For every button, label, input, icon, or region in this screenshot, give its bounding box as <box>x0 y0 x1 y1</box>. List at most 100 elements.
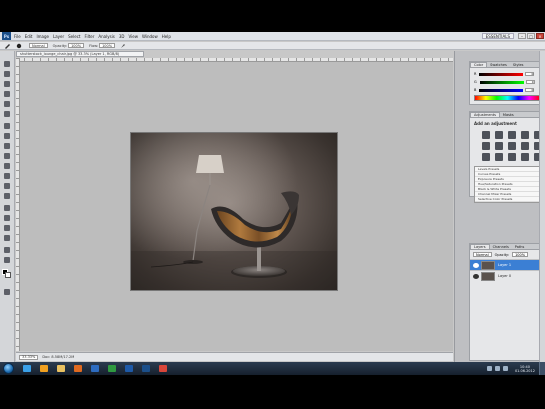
taskbar-app-button[interactable] <box>20 363 34 374</box>
menu-analysis[interactable]: Analysis <box>98 34 114 39</box>
marquee-tool-icon[interactable] <box>4 71 10 77</box>
clone-stamp-tool-icon[interactable] <box>4 143 10 149</box>
collapsed-panel-strip[interactable] <box>539 51 545 362</box>
color-balance-icon[interactable] <box>495 142 503 150</box>
red-slider[interactable] <box>479 72 524 76</box>
zoom-level[interactable]: 33.33% <box>19 354 39 360</box>
brush-tool-icon[interactable] <box>4 43 11 49</box>
taskbar-app-button[interactable] <box>71 363 85 374</box>
menu-layer[interactable]: Layer <box>53 34 64 39</box>
flow-input[interactable]: 100% <box>99 43 116 48</box>
taskbar-app-button[interactable] <box>105 363 119 374</box>
menu-help[interactable]: Help <box>162 34 171 39</box>
type-tool-icon[interactable] <box>4 215 10 221</box>
eraser-tool-icon[interactable] <box>4 163 10 169</box>
flag-icon[interactable] <box>502 366 508 371</box>
volume-icon[interactable] <box>494 366 500 371</box>
airbrush-icon[interactable] <box>120 43 126 49</box>
opacity-input[interactable]: 100% <box>68 43 85 48</box>
layer-row[interactable]: Layer 0 <box>470 270 544 281</box>
curves-icon[interactable] <box>508 131 516 139</box>
taskbar-app-button[interactable] <box>139 363 153 374</box>
tab-swatches[interactable]: Swatches <box>487 62 510 67</box>
invert-icon[interactable] <box>482 153 490 161</box>
path-selection-tool-icon[interactable] <box>4 225 10 231</box>
menu-edit[interactable]: Edit <box>25 34 33 39</box>
network-icon[interactable] <box>486 366 492 371</box>
clock[interactable]: 10:40 01.06.2012 <box>515 365 535 373</box>
tab-color[interactable]: Color <box>470 62 488 67</box>
tab-channels[interactable]: Channels <box>490 244 512 249</box>
brightness-contrast-icon[interactable] <box>482 131 490 139</box>
red-value[interactable]: 0 <box>525 72 535 76</box>
black-white-icon[interactable] <box>508 142 516 150</box>
gradient-tool-icon[interactable] <box>4 173 10 179</box>
pen-tool-icon[interactable] <box>4 205 10 211</box>
brush-preset-picker[interactable] <box>16 43 23 49</box>
green-slider[interactable] <box>479 80 524 84</box>
blur-tool-icon[interactable] <box>4 183 10 189</box>
menu-3d[interactable]: 3D <box>119 34 125 39</box>
crop-tool-icon[interactable] <box>4 101 10 107</box>
menu-image[interactable]: Image <box>36 34 49 39</box>
document-tab[interactable]: shutterstock_lounge_chair.jpg @ 33.3% (L… <box>16 51 144 57</box>
quick-select-tool-icon[interactable] <box>4 91 10 97</box>
quick-mask-icon[interactable] <box>4 289 10 295</box>
photo-filter-icon[interactable] <box>521 142 529 150</box>
tab-paths[interactable]: Paths <box>512 244 528 249</box>
taskbar-app-button[interactable] <box>88 363 102 374</box>
tab-layers[interactable]: Layers <box>470 244 490 249</box>
blend-mode-select[interactable]: Normal <box>473 252 492 257</box>
brush-tool-icon[interactable] <box>4 133 10 139</box>
layer-opacity-input[interactable]: 100% <box>512 252 529 257</box>
workspace-switcher[interactable]: ESSENTIALS <box>481 33 514 39</box>
move-tool-icon[interactable] <box>4 61 10 67</box>
visibility-eye-icon[interactable] <box>473 273 479 279</box>
hue-saturation-icon[interactable] <box>482 142 490 150</box>
preset-item[interactable]: Selective Color Presets <box>475 197 539 202</box>
background-color-swatch[interactable] <box>5 272 11 278</box>
minimize-button[interactable]: – <box>518 33 526 39</box>
show-desktop-button[interactable] <box>539 362 545 375</box>
taskbar-app-button[interactable] <box>156 363 170 374</box>
vertical-ruler[interactable] <box>16 58 20 351</box>
tab-masks[interactable]: Masks <box>500 112 517 117</box>
blue-slider[interactable] <box>479 88 524 92</box>
layer-row[interactable]: Layer 1 <box>470 259 544 270</box>
eyedropper-tool-icon[interactable] <box>4 111 10 117</box>
menu-window[interactable]: Window <box>142 34 158 39</box>
mode-select[interactable]: Normal <box>28 43 48 48</box>
dodge-tool-icon[interactable] <box>4 193 10 199</box>
menu-view[interactable]: View <box>129 34 139 39</box>
document-info[interactable]: Doc: 8.58M/17.2M <box>42 355 74 359</box>
taskbar-app-button[interactable] <box>54 363 68 374</box>
maximize-button[interactable]: □ <box>527 33 535 39</box>
hand-tool-icon[interactable] <box>4 247 10 253</box>
blue-value[interactable]: 0 <box>525 88 535 92</box>
menu-select[interactable]: Select <box>68 34 80 39</box>
horizontal-ruler[interactable] <box>16 58 453 62</box>
menu-filter[interactable]: Filter <box>84 34 94 39</box>
history-brush-tool-icon[interactable] <box>4 153 10 159</box>
taskbar-app-button[interactable] <box>122 363 136 374</box>
threshold-icon[interactable] <box>508 153 516 161</box>
visibility-eye-icon[interactable] <box>473 262 479 268</box>
document-image[interactable] <box>130 132 338 291</box>
exposure-icon[interactable] <box>521 131 529 139</box>
levels-icon[interactable] <box>495 131 503 139</box>
color-spectrum[interactable] <box>474 95 541 101</box>
lasso-tool-icon[interactable] <box>4 81 10 87</box>
green-value[interactable]: 0 <box>525 80 535 84</box>
menu-file[interactable]: File <box>14 34 21 39</box>
gradient-map-icon[interactable] <box>521 153 529 161</box>
zoom-tool-icon[interactable] <box>4 257 10 263</box>
healing-brush-tool-icon[interactable] <box>4 123 10 129</box>
close-button[interactable]: × <box>536 33 544 39</box>
shape-tool-icon[interactable] <box>4 235 10 241</box>
posterize-icon[interactable] <box>495 153 503 161</box>
start-button[interactable] <box>3 363 14 374</box>
mode-value[interactable]: Normal <box>29 43 48 48</box>
tab-styles[interactable]: Styles <box>510 62 527 67</box>
taskbar-app-button[interactable] <box>37 363 51 374</box>
tab-adjustments[interactable]: Adjustments <box>470 112 500 117</box>
